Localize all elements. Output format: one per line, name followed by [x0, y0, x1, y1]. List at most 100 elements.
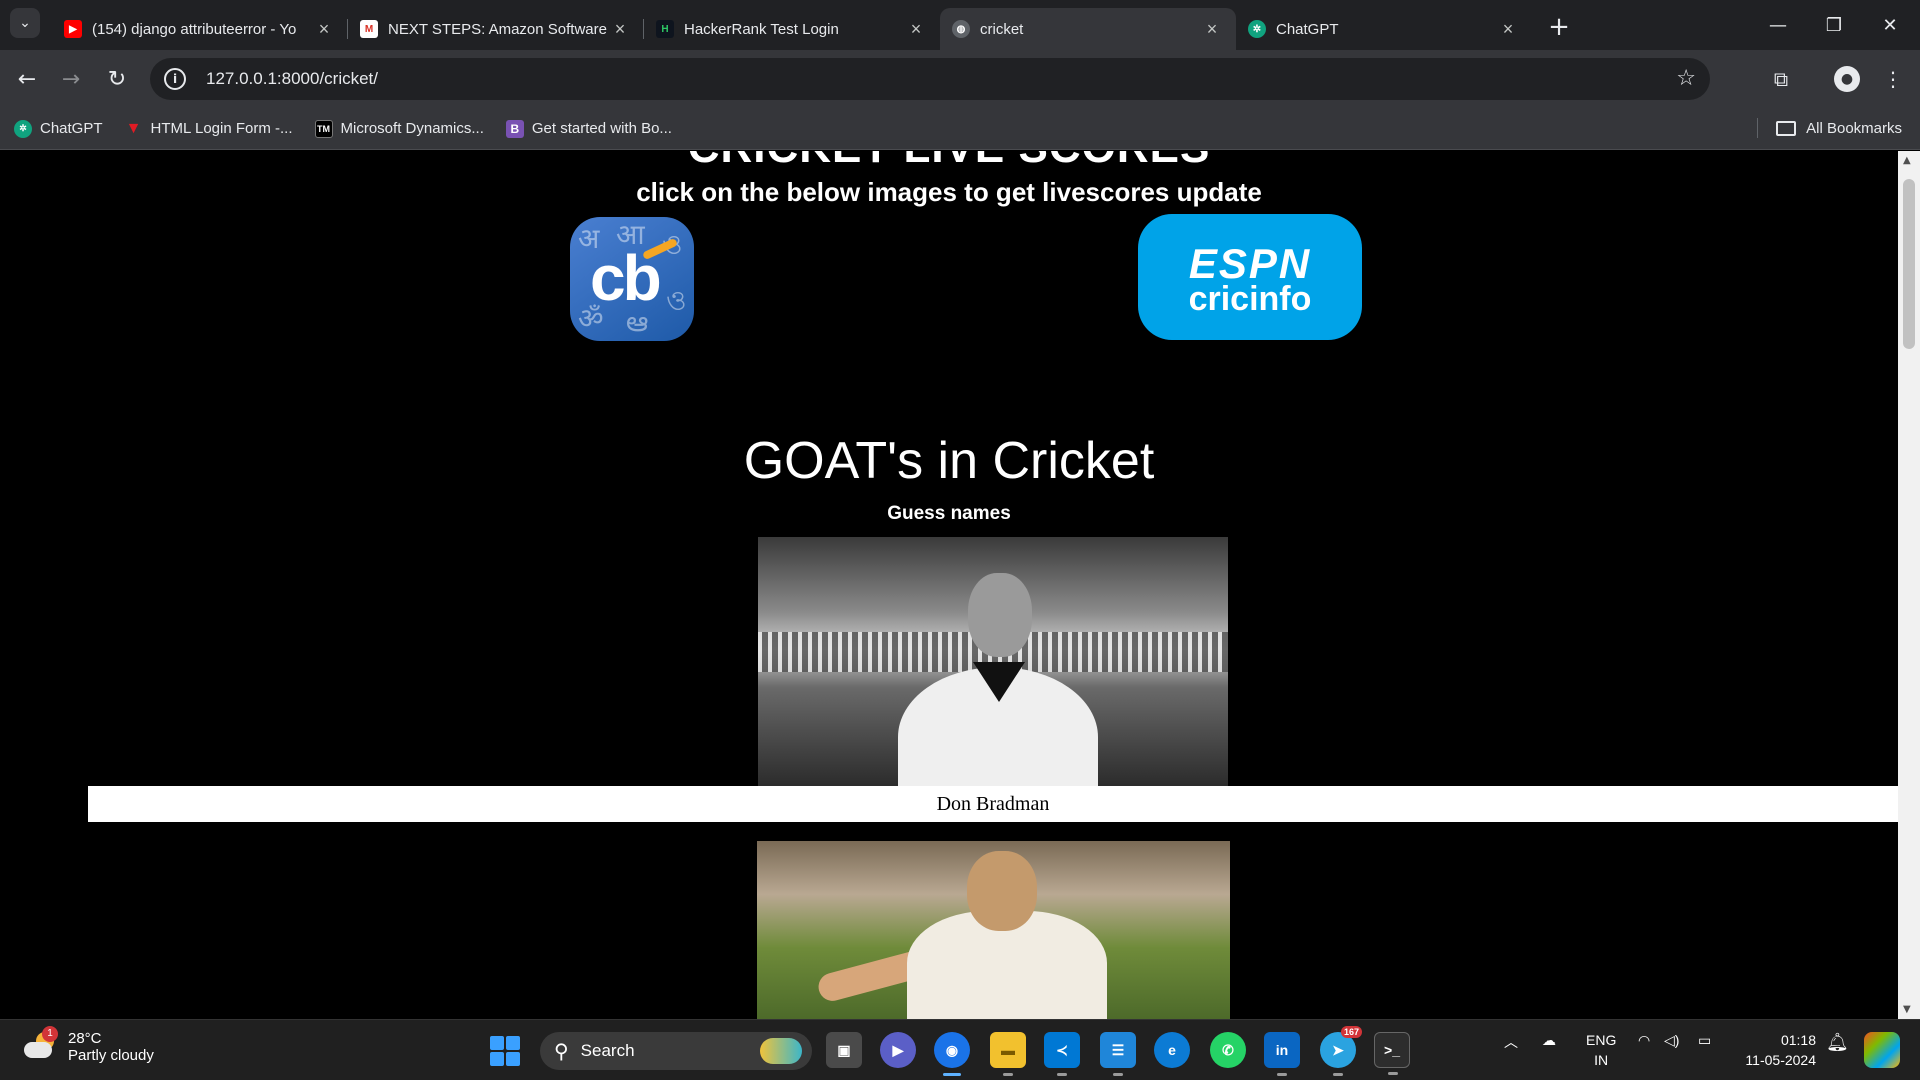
tab-cricket[interactable]: ◍ cricket ×	[940, 8, 1236, 50]
search-highlight-icon	[760, 1038, 802, 1064]
chatgpt-icon: ✲	[14, 119, 32, 138]
reload-button[interactable]: ↻	[100, 62, 134, 96]
taskbar-search[interactable]: ⚲ Search	[540, 1032, 812, 1070]
scroll-down-icon[interactable]: ▼	[1903, 1004, 1911, 1015]
edge-icon[interactable]: e	[1154, 1032, 1190, 1068]
minimize-button[interactable]: —	[1750, 8, 1806, 42]
kebab-menu-icon: ⋮	[1883, 67, 1903, 91]
restore-icon: ❐	[1825, 14, 1843, 36]
player-caption: Don Bradman	[936, 793, 1050, 815]
globe-icon: ◍	[952, 20, 970, 38]
tab-gmail[interactable]: M NEXT STEPS: Amazon Software ×	[348, 8, 644, 50]
telegram-badge: 167	[1340, 1026, 1362, 1038]
all-bookmarks-label: All Bookmarks	[1806, 119, 1902, 137]
close-icon[interactable]: ×	[1202, 19, 1222, 40]
telegram-icon[interactable]: ➤ 167	[1320, 1026, 1362, 1076]
menu-button[interactable]: ⋮	[1876, 62, 1910, 96]
player-head	[968, 573, 1032, 657]
teams-chat-icon[interactable]: ▶	[880, 1032, 916, 1068]
chatgpt-icon: ✲	[1248, 20, 1266, 38]
bookmark-label: Get started with Bo...	[531, 120, 672, 137]
show-hidden-icons[interactable]: ︿	[1504, 1032, 1518, 1052]
arrow-right-icon: →	[61, 66, 81, 92]
running-indicator	[1388, 1072, 1398, 1075]
minimize-icon: —	[1769, 14, 1787, 36]
new-tab-button[interactable]: +	[1544, 12, 1574, 42]
all-bookmarks-button[interactable]: All Bookmarks	[1757, 118, 1902, 138]
bookmark-ms-dynamics[interactable]: TM Microsoft Dynamics...	[314, 119, 484, 138]
bookmark-chatgpt[interactable]: ✲ ChatGPT	[14, 119, 103, 138]
reload-icon: ↻	[107, 66, 127, 92]
espn-cricinfo-logo-link[interactable]: ESPN cricinfo	[1138, 214, 1362, 340]
guess-names-label: Guess names	[887, 503, 1011, 524]
tab-hackerrank[interactable]: H HackerRank Test Login ×	[644, 8, 940, 50]
tab-title: HackerRank Test Login	[684, 20, 839, 38]
terminal-icon[interactable]: >_	[1374, 1032, 1410, 1075]
puzzle-icon: ⧉	[1773, 67, 1789, 91]
page-scrollbar[interactable]: ▲ ▼	[1898, 151, 1920, 1019]
windows-logo-pane	[490, 1036, 504, 1050]
running-indicator	[1057, 1073, 1067, 1076]
file-explorer-icon[interactable]: ▬	[990, 1032, 1026, 1076]
running-indicator	[1277, 1073, 1287, 1076]
player-head	[967, 851, 1037, 931]
tab-search-button[interactable]: ⌄	[10, 8, 40, 38]
close-icon[interactable]: ×	[1498, 19, 1518, 40]
sweater-v-neck	[973, 662, 1025, 702]
subheading: click on the below images to get livesco…	[636, 177, 1262, 207]
tab-title: (154) django attributeerror - Yo	[92, 20, 297, 38]
red-v-icon: ▼	[125, 119, 142, 137]
temperature: 28°C	[68, 1030, 102, 1047]
copilot-icon[interactable]	[1864, 1032, 1900, 1068]
profile-avatar[interactable]: ●	[1834, 66, 1860, 92]
vscode-icon[interactable]: ≺	[1044, 1032, 1080, 1076]
search-label: Search	[580, 1041, 635, 1060]
battery-icon[interactable]: ▭	[1698, 1032, 1711, 1049]
bookmark-label: Microsoft Dynamics...	[340, 120, 484, 137]
address-bar[interactable]: i 127.0.0.1:8000/cricket/ ☆	[150, 58, 1710, 100]
chevron-down-icon: ⌄	[19, 15, 31, 31]
scroll-up-icon[interactable]: ▲	[1903, 155, 1911, 166]
language-indicator[interactable]: ENG IN	[1586, 1030, 1616, 1070]
search-icon: ⚲	[554, 1040, 569, 1063]
page-heading: CRICKET LIVE SCORES	[0, 151, 1898, 173]
tab-youtube[interactable]: ▶ (154) django attributeerror - Yo ×	[52, 8, 348, 50]
tab-chatgpt[interactable]: ✲ ChatGPT ×	[1236, 8, 1532, 50]
url-text[interactable]: 127.0.0.1:8000/cricket/	[206, 69, 378, 89]
bookmark-star-icon[interactable]: ☆	[1676, 66, 1696, 91]
notepad-icon[interactable]: ☰	[1100, 1032, 1136, 1076]
player-photo-warne	[757, 841, 1230, 1019]
bookmark-bootstrap[interactable]: B Get started with Bo...	[505, 119, 672, 138]
volume-icon[interactable]: ◁)	[1664, 1032, 1679, 1049]
weather-icon: 1	[22, 1026, 58, 1062]
onedrive-icon[interactable]: ☁	[1542, 1032, 1556, 1049]
back-button[interactable]: ←	[10, 62, 44, 96]
close-icon[interactable]: ×	[314, 19, 334, 40]
cricbuzz-logo-link[interactable]: अ आ ও ॐ ఆ ও cb	[570, 217, 694, 341]
close-window-button[interactable]: ✕	[1862, 8, 1918, 42]
clock[interactable]: 01:18 11-05-2024	[1736, 1030, 1816, 1070]
scrollbar-thumb[interactable]	[1903, 179, 1915, 349]
language-code: ENG	[1586, 1032, 1617, 1048]
site-info-icon[interactable]: i	[164, 68, 186, 90]
weather-widget[interactable]: 1 28°C Partly cloudy	[22, 1026, 154, 1064]
task-view-icon[interactable]: ▣	[826, 1032, 862, 1068]
close-icon[interactable]: ×	[610, 19, 630, 40]
notification-bell-icon[interactable]: 🔔︎	[1826, 1032, 1849, 1053]
tab-title: cricket	[980, 20, 1024, 38]
bookmark-label: HTML Login Form -...	[150, 120, 293, 137]
restore-button[interactable]: ❐	[1806, 8, 1862, 42]
chrome-icon[interactable]: ◉	[934, 1032, 970, 1076]
avatar-icon: ●	[1840, 71, 1854, 87]
bookmark-html-login[interactable]: ▼ HTML Login Form -...	[125, 120, 293, 138]
bookmark-label: ChatGPT	[40, 120, 103, 137]
close-icon[interactable]: ×	[906, 19, 926, 40]
windows-logo-pane	[506, 1036, 520, 1050]
start-button[interactable]	[490, 1036, 520, 1066]
linkedin-icon[interactable]: in	[1264, 1032, 1300, 1076]
whatsapp-icon[interactable]: ✆	[1210, 1032, 1246, 1068]
wifi-icon[interactable]: ◠	[1638, 1032, 1650, 1049]
forward-button[interactable]: →	[54, 62, 88, 96]
extensions-button[interactable]: ⧉	[1764, 62, 1798, 96]
cricinfo-logo-text: cricinfo	[1188, 280, 1312, 318]
